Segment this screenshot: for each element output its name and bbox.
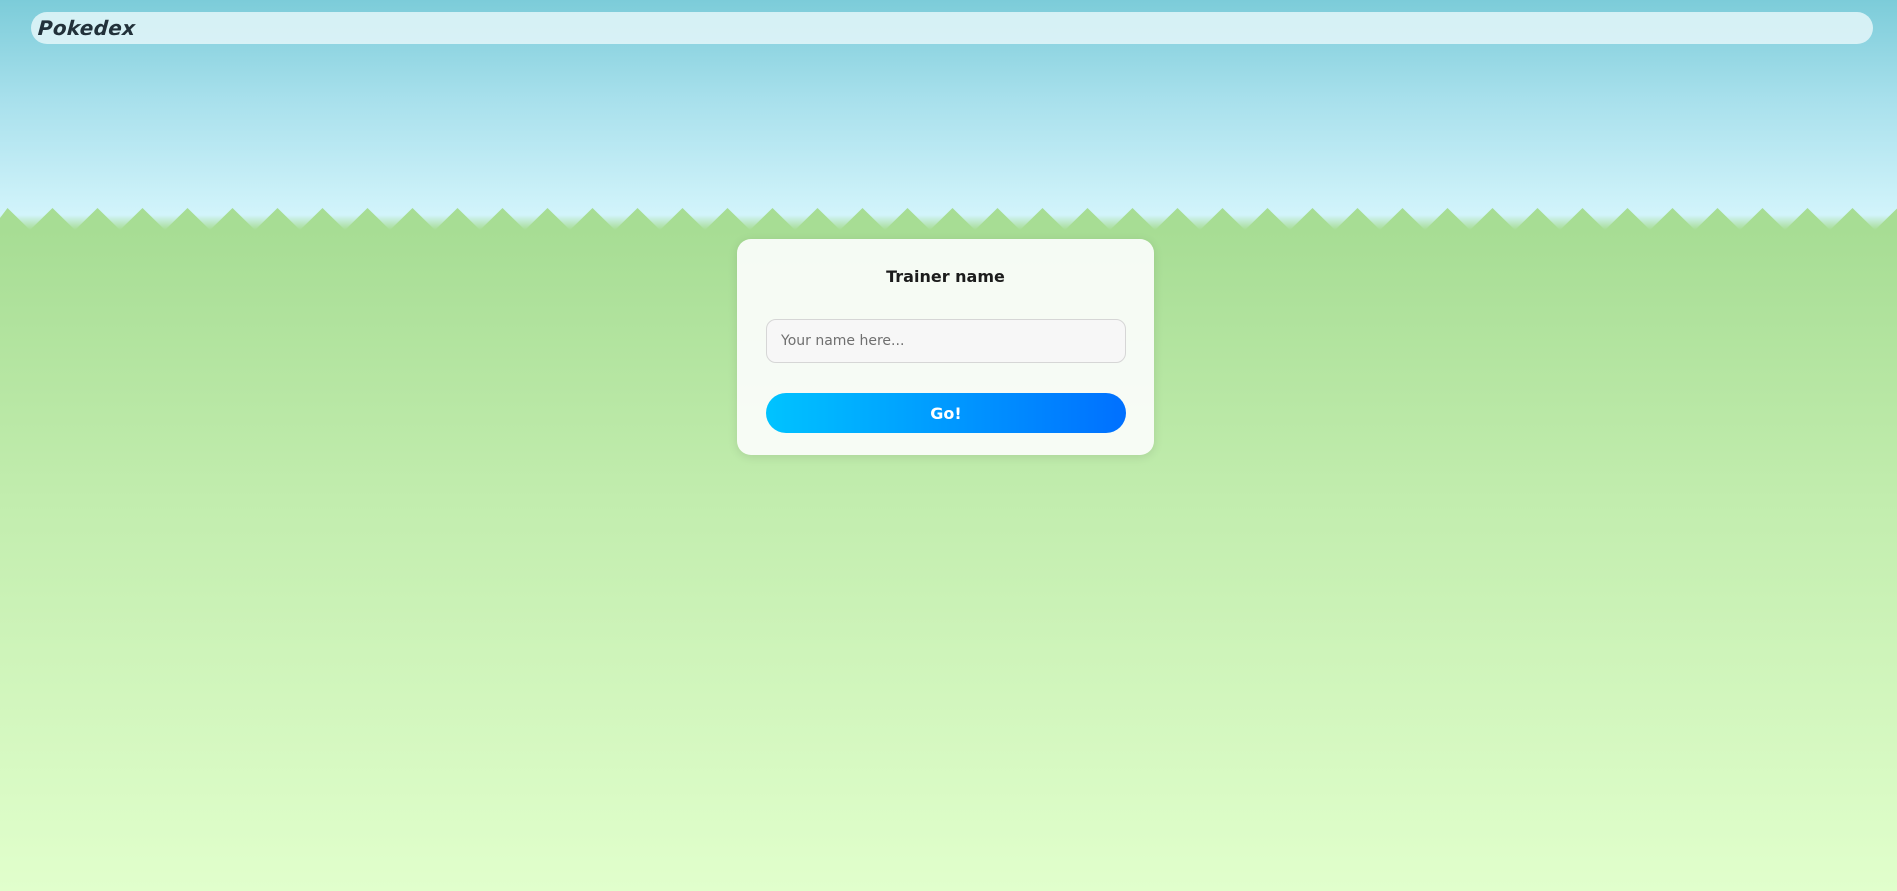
app-logo-text[interactable]: Pokedex: [37, 16, 136, 40]
trainer-name-card: Trainer name Go!: [737, 239, 1154, 455]
go-button[interactable]: Go!: [766, 393, 1126, 433]
grass-horizon: [0, 208, 1897, 232]
card-title: Trainer name: [886, 267, 1005, 286]
trainer-name-input[interactable]: [766, 319, 1126, 363]
top-navigation-bar: Pokedex: [31, 12, 1873, 44]
